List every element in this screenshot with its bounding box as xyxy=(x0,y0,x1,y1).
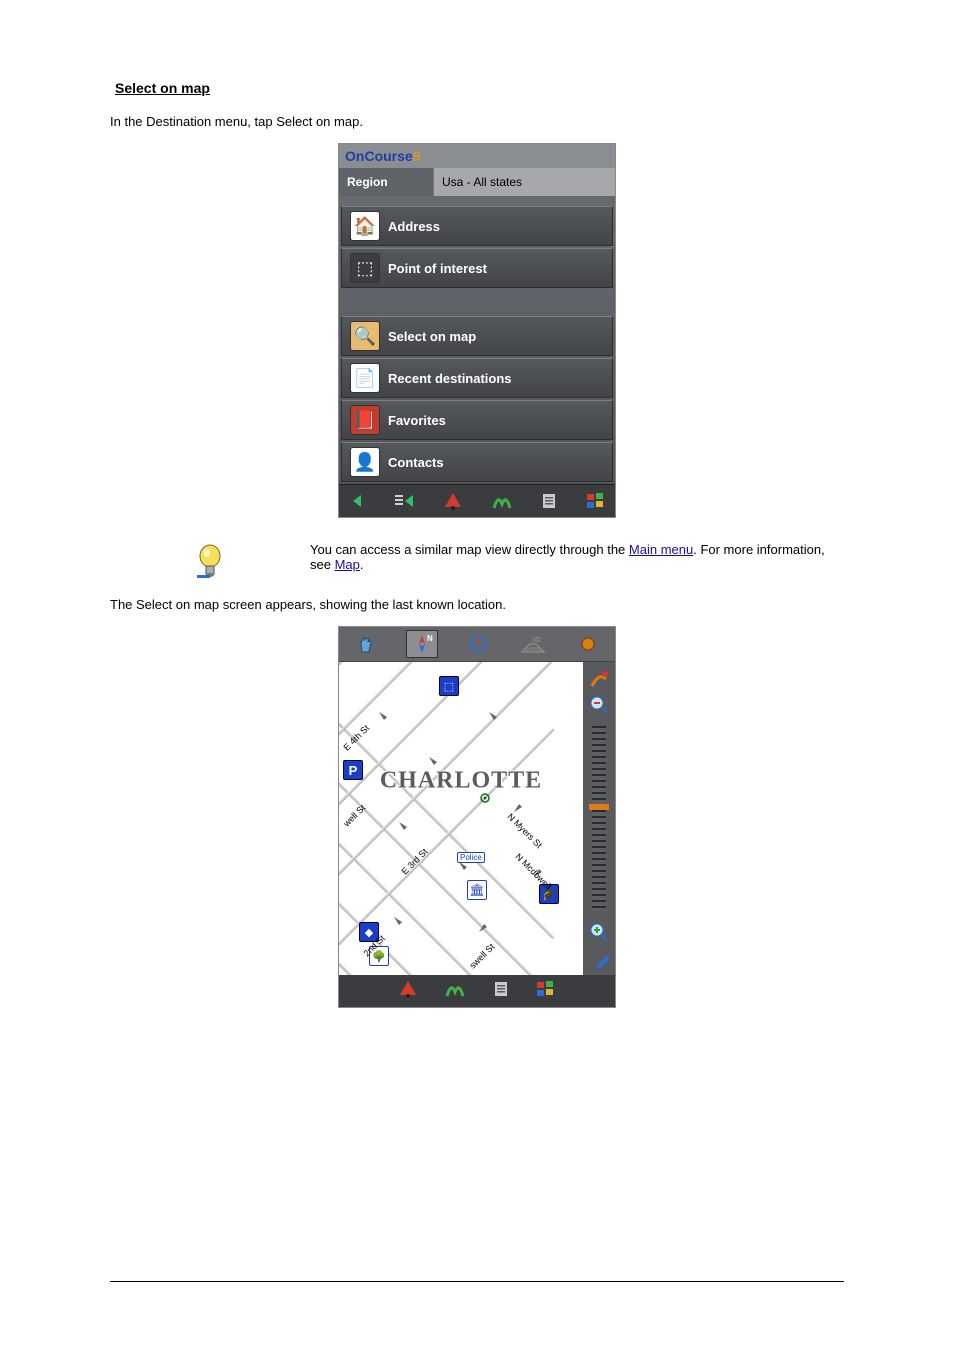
svg-text:3D: 3D xyxy=(532,637,541,644)
location-marker xyxy=(479,792,491,804)
view-3d-icon[interactable]: 3D xyxy=(518,631,548,657)
back-icon[interactable] xyxy=(349,493,365,509)
app-logo: OnCourse5 Navigator xyxy=(339,144,615,168)
poi-label: Point of interest xyxy=(388,261,487,276)
app-icon[interactable] xyxy=(444,492,462,510)
instruction-text: In the Destination menu, tap Select on m… xyxy=(110,114,844,129)
recent-button[interactable]: 📄 Recent destinations xyxy=(341,358,613,398)
lightbulb-icon xyxy=(195,544,225,587)
police-poi[interactable]: Police xyxy=(457,852,485,863)
address-button[interactable]: 🏠 Address xyxy=(341,206,613,246)
map-icon: 🔍 xyxy=(350,321,380,351)
route-icon[interactable] xyxy=(588,668,610,690)
log-icon[interactable] xyxy=(541,492,557,510)
app-icon[interactable] xyxy=(399,980,417,1003)
zoom-handle[interactable] xyxy=(589,804,609,810)
gps-icon[interactable] xyxy=(492,492,512,510)
poi-icon: ⬚ xyxy=(350,253,380,283)
contacts-label: Contacts xyxy=(388,455,444,470)
address-label: Address xyxy=(388,219,440,234)
windows-icon[interactable] xyxy=(537,981,555,1002)
select-on-map-label: Select on map xyxy=(388,329,476,344)
hand-icon[interactable] xyxy=(351,631,381,657)
svg-text:N: N xyxy=(427,634,433,643)
zoom-in-icon[interactable] xyxy=(588,921,610,943)
record-dot-icon[interactable] xyxy=(573,631,603,657)
recent-label: Recent destinations xyxy=(388,371,512,386)
contacts-button[interactable]: 👤 Contacts xyxy=(341,442,613,482)
building-poi[interactable]: 🏛 xyxy=(467,880,487,900)
poi-marker[interactable]: ⬚ xyxy=(439,676,459,696)
region-label: Region xyxy=(339,168,433,196)
house-icon: 🏠 xyxy=(350,211,380,241)
map-link[interactable]: Map xyxy=(335,557,360,572)
compass-north-icon[interactable]: N xyxy=(406,630,438,658)
select-on-map-screenshot: N 3D xyxy=(338,626,616,1008)
region-value: Usa - All states xyxy=(433,168,615,196)
log-icon[interactable] xyxy=(493,980,509,1003)
logo-part-five: 5 xyxy=(413,148,421,164)
select-on-map-button[interactable]: 🔍 Select on map xyxy=(341,316,613,356)
instruction-text-2: The Select on map screen appears, showin… xyxy=(110,597,844,612)
bottom-toolbar xyxy=(339,484,615,517)
contacts-icon: 👤 xyxy=(350,447,380,477)
favorites-icon: 📕 xyxy=(350,405,380,435)
parking-poi[interactable]: P xyxy=(343,760,363,780)
section-heading: Select on map xyxy=(115,80,844,96)
document-icon: 📄 xyxy=(350,363,380,393)
measure-icon[interactable] xyxy=(588,947,610,969)
logo-part-on: On xyxy=(345,148,364,164)
gps-icon[interactable] xyxy=(445,980,465,1003)
center-icon[interactable] xyxy=(463,631,493,657)
tip-suffix: . xyxy=(360,557,364,572)
favorites-label: Favorites xyxy=(388,413,446,428)
favorites-button[interactable]: 📕 Favorites xyxy=(341,400,613,440)
tip-prefix: You can access a similar map view direct… xyxy=(310,542,629,557)
footer-rule xyxy=(110,1281,844,1282)
zoom-slider[interactable] xyxy=(592,726,606,911)
list-back-icon[interactable] xyxy=(395,493,415,509)
map-top-toolbar: N 3D xyxy=(339,627,615,662)
poi-button[interactable]: ⬚ Point of interest xyxy=(341,248,613,288)
windows-icon[interactable] xyxy=(587,493,605,509)
map-bottom-toolbar xyxy=(339,975,615,1007)
destination-menu-screenshot: OnCourse5 Navigator Region Usa - All sta… xyxy=(338,143,616,518)
main-menu-link[interactable]: Main menu xyxy=(629,542,693,557)
region-row[interactable]: Region Usa - All states xyxy=(339,168,615,196)
city-label: CHARLOTTE xyxy=(380,767,542,794)
map-sidebar xyxy=(583,662,615,975)
map-canvas[interactable]: ⬚ P Police 🏛 🎓 ◆ 🌳 E 4th St well St E 3r… xyxy=(339,662,583,975)
zoom-out-icon[interactable] xyxy=(588,694,610,716)
tip-text: You can access a similar map view direct… xyxy=(310,542,844,572)
